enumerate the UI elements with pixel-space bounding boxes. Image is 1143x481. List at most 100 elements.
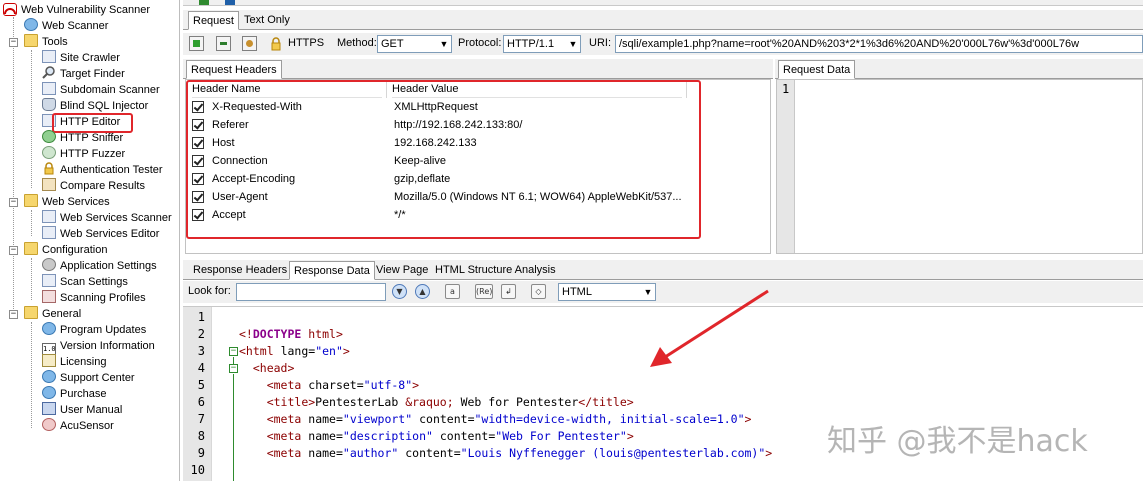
tree-item-label: Support Center — [60, 372, 135, 384]
tree-item-program-updates[interactable]: Program Updates — [42, 322, 147, 338]
run-icon[interactable] — [199, 0, 209, 5]
tree-item-configuration[interactable]: Configuration — [24, 242, 108, 258]
tree-item-label: Purchase — [60, 388, 107, 400]
http-sniffer-icon — [42, 130, 56, 143]
tree-item-licensing[interactable]: Licensing — [42, 354, 107, 370]
tree-item-version-information[interactable]: 1.0 Version Information — [42, 338, 156, 356]
purchase-icon — [42, 386, 56, 399]
tree-item-label: Site Crawler — [60, 52, 120, 64]
lock-icon — [42, 162, 56, 175]
find-previous-icon[interactable]: ▼ — [392, 284, 407, 299]
protocol-label: Protocol: — [458, 37, 502, 49]
code-line: <head> — [252, 361, 295, 375]
request-data-editor[interactable]: 1 — [776, 79, 1143, 254]
tree-item-http-fuzzer[interactable]: HTTP Fuzzer — [42, 146, 126, 162]
https-lock-icon — [270, 37, 282, 51]
tree-item-label: Application Settings — [60, 260, 157, 272]
general-collapse-toggle[interactable]: − — [9, 310, 18, 319]
uri-input[interactable]: /sqli/example1.php?name=root'%20AND%203*… — [615, 35, 1143, 53]
tree-item-label: Version Information — [60, 340, 155, 352]
navigation-tree: Web Vulnerability Scanner Web Scanner − … — [0, 0, 180, 481]
tree-item-label: Blind SQL Injector — [60, 100, 149, 112]
look-for-input[interactable] — [236, 283, 386, 301]
tree-item-subdomain-scanner[interactable]: Subdomain Scanner — [42, 82, 161, 98]
line-number: 9 — [197, 446, 205, 460]
tree-item-label: Configuration — [42, 244, 108, 256]
cookie-button[interactable] — [242, 36, 257, 51]
tree-item-http-sniffer[interactable]: HTTP Sniffer — [42, 130, 124, 146]
protocol-select[interactable]: HTTP/1.1 ▼ — [503, 35, 581, 53]
tab-request-data[interactable]: Request Data — [778, 60, 856, 79]
configuration-collapse-toggle[interactable]: − — [9, 246, 18, 255]
tree-item-web-services-scanner[interactable]: Web Services Scanner — [42, 210, 173, 226]
tree-item-web-services[interactable]: Web Services — [24, 194, 111, 210]
tree-item-target-finder[interactable]: Target Finder — [42, 66, 126, 82]
tree-item-support-center[interactable]: Support Center — [42, 370, 136, 386]
tree-item-label: HTTP Fuzzer — [60, 148, 126, 160]
tools-collapse-toggle[interactable]: − — [9, 38, 18, 47]
tree-item-general[interactable]: General — [24, 306, 82, 322]
save-icon[interactable] — [225, 0, 235, 5]
tree-item-blind-sql-injector[interactable]: Blind SQL Injector — [42, 98, 149, 114]
site-crawler-icon — [42, 50, 56, 63]
tree-item-scanning-profiles[interactable]: Scanning Profiles — [42, 290, 147, 306]
fold-html-toggle[interactable]: − — [229, 347, 238, 356]
word-wrap-icon[interactable]: ↲ — [501, 284, 516, 299]
web-services-collapse-toggle[interactable]: − — [9, 198, 18, 207]
tab-html-structure-analysis[interactable]: HTML Structure Analysis — [431, 261, 560, 280]
tree-item-label: AcuSensor — [60, 420, 114, 432]
tree-item-user-manual[interactable]: User Manual — [42, 402, 123, 418]
match-case-icon[interactable]: a — [445, 284, 460, 299]
tab-response-headers[interactable]: Response Headers — [189, 261, 291, 280]
compare-icon — [42, 178, 56, 191]
line-number: 4 — [197, 361, 205, 375]
regex-icon[interactable]: (Re) — [475, 284, 493, 299]
http-fuzzer-icon — [42, 146, 56, 159]
remove-header-button[interactable] — [216, 36, 231, 51]
line-number: 10 — [190, 463, 205, 477]
tree-item-label: Scan Settings — [60, 276, 128, 288]
tree-item-site-crawler[interactable]: Site Crawler — [42, 50, 121, 66]
tree-item-label: User Manual — [60, 404, 123, 416]
tab-request-headers[interactable]: Request Headers — [186, 60, 282, 79]
add-header-button[interactable] — [189, 36, 204, 51]
tree-item-purchase[interactable]: Purchase — [42, 386, 107, 402]
request-tab-bar: Request Text Only — [183, 10, 1143, 30]
support-icon — [42, 370, 56, 383]
licensing-icon — [42, 354, 56, 367]
tree-item-acusensor[interactable]: AcuSensor — [42, 418, 115, 434]
annotation-arrow — [650, 289, 769, 367]
tree-item-web-services-editor[interactable]: Web Services Editor — [42, 226, 160, 242]
tab-response-data[interactable]: Response Data — [289, 261, 375, 280]
find-next-icon[interactable]: ▲ — [415, 284, 430, 299]
fold-head-toggle[interactable]: − — [229, 364, 238, 373]
tree-item-label: Tools — [42, 36, 68, 48]
tree-item-label: Target Finder — [60, 68, 125, 80]
fold-column: − − — [211, 307, 238, 481]
tree-item-web-scanner[interactable]: Web Scanner — [24, 18, 109, 34]
folder-icon — [24, 306, 38, 319]
code-line: <title>PentesterLab &raquo; Web for Pent… — [266, 395, 634, 409]
tree-item-application-settings[interactable]: Application Settings — [42, 258, 158, 274]
tab-text-only[interactable]: Text Only — [240, 11, 294, 30]
watermark: 知乎 @我不是hack — [827, 424, 1088, 459]
code-line: <meta charset="utf-8"> — [266, 378, 420, 392]
tree-item-scan-settings[interactable]: Scan Settings — [42, 274, 129, 290]
method-label: Method: — [337, 37, 377, 49]
chevron-down-icon: ▼ — [436, 36, 451, 52]
tree-item-label: Authentication Tester — [60, 164, 163, 176]
tree-root[interactable]: Web Vulnerability Scanner — [3, 2, 151, 18]
format-icon[interactable]: ◇ — [531, 284, 546, 299]
method-select[interactable]: GET ▼ — [377, 35, 452, 53]
tree-item-compare-results[interactable]: Compare Results — [42, 178, 146, 194]
tab-view-page[interactable]: View Page — [372, 261, 432, 280]
response-tab-bar: Response Headers Response Data View Page… — [183, 260, 1143, 280]
profiles-icon — [42, 290, 56, 303]
tree-item-tools[interactable]: Tools — [24, 34, 69, 50]
tree-item-authentication-tester[interactable]: Authentication Tester — [42, 162, 164, 178]
syntax-format-value: HTML — [562, 286, 592, 298]
look-for-label: Look for: — [188, 285, 231, 297]
https-toggle[interactable]: HTTPS — [288, 37, 324, 49]
tab-request[interactable]: Request — [188, 11, 239, 30]
blind-sql-icon — [42, 98, 56, 111]
